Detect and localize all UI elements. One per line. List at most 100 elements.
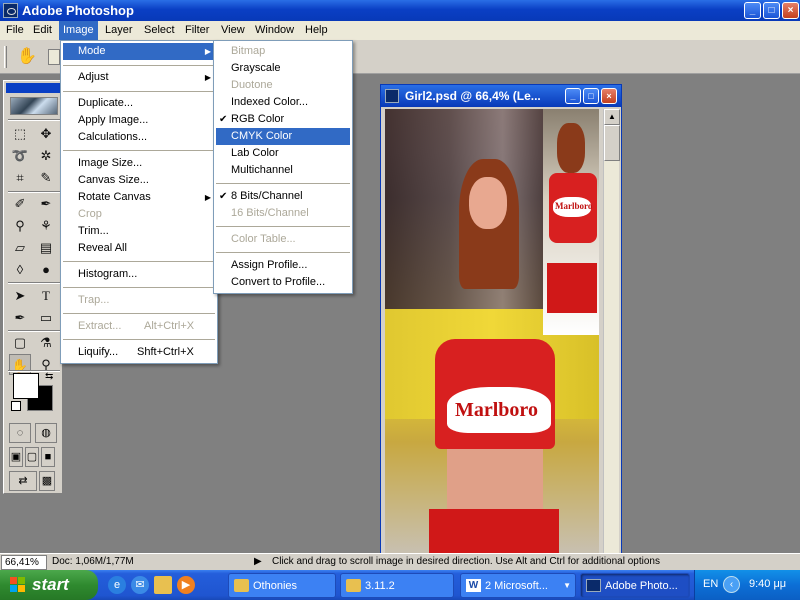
document-minimize-button[interactable]: _ [565,88,581,104]
menu-layer[interactable]: Layer [101,21,137,40]
zoom-field[interactable]: 66,41% [1,555,47,570]
menu-edit[interactable]: Edit [29,21,56,40]
menu-item-mode[interactable]: Mode ▶ [63,43,215,60]
menu-help[interactable]: Help [301,21,332,40]
menu-item-apply-image[interactable]: Apply Image... [63,112,215,129]
history-brush-tool-icon[interactable]: ⚘ [35,215,57,236]
move-tool-icon[interactable]: ✥ [35,123,57,144]
healing-brush-tool-icon[interactable]: ✐ [9,193,31,214]
menu-item-convert-to-profile[interactable]: Convert to Profile... [216,274,350,291]
menubar: File Edit Image Layer Select Filter View… [0,21,800,40]
language-indicator[interactable]: EN [703,578,718,590]
marquee-tool-icon[interactable]: ⬚ [9,123,31,144]
task-3-11-2[interactable]: 3.11.2 [340,573,454,598]
imageready-icon[interactable]: ▩ [39,471,55,491]
menu-separator [63,150,215,151]
path-selection-tool-icon[interactable]: ➤ [9,285,31,306]
start-button[interactable]: start [0,570,98,600]
vertical-scrollbar[interactable]: ▲ [603,109,620,553]
menu-window[interactable]: Window [251,21,298,40]
dodge-tool-icon[interactable]: ● [35,259,57,280]
menu-item-calculations[interactable]: Calculations... [63,129,215,146]
lasso-tool-icon[interactable]: ➰ [9,145,31,166]
maximize-button[interactable]: □ [763,2,780,19]
play-arrow-icon[interactable]: ▶ [254,556,266,568]
menu-view[interactable]: View [217,21,249,40]
blur-tool-icon[interactable]: ◊ [9,259,31,280]
menu-item-multichannel[interactable]: Multichannel [216,162,350,179]
menu-item-rotate-canvas[interactable]: Rotate Canvas ▶ [63,189,215,206]
menu-image[interactable]: Image [59,21,98,40]
document-maximize-button[interactable]: □ [583,88,599,104]
menu-file[interactable]: File [2,21,28,40]
document-titlebar[interactable]: Girl2.psd @ 66,4% (Le... _ □ × [381,85,621,107]
swap-colors-icon[interactable]: ⇆ [45,371,53,382]
default-colors-icon[interactable] [11,401,21,411]
scroll-up-icon[interactable]: ▲ [604,109,620,125]
eraser-tool-icon[interactable]: ▱ [9,237,31,258]
scroll-thumb[interactable] [604,125,620,161]
menu-separator [216,226,350,227]
eyedropper-tool-icon[interactable]: ⚗ [35,332,57,353]
outlook-icon[interactable]: ✉ [131,576,149,594]
photoshop-icon [586,579,601,592]
standard-mode-icon[interactable]: ◌ [9,423,31,443]
menu-item-liquify[interactable]: Liquify... Shft+Ctrl+X [63,344,215,361]
menu-separator [63,313,215,314]
screen-mode-full-icon[interactable]: ■ [41,447,55,467]
menu-item-lab-color[interactable]: Lab Color [216,145,350,162]
task-adobe-photoshop[interactable]: Adobe Photo... [580,573,690,598]
doc-size-info[interactable]: Doc: 1,06M/1,77M [52,556,134,567]
menu-item-histogram[interactable]: Histogram... [63,266,215,283]
menu-item-assign-profile[interactable]: Assign Profile... [216,257,350,274]
screen-mode-standard-icon[interactable]: ▣ [9,447,23,467]
clock[interactable]: 9:40 μμ [749,578,786,590]
image-canvas[interactable]: Marlboro Marlboro [385,109,599,553]
menu-item-trim[interactable]: Trim... [63,223,215,240]
minimize-button[interactable]: _ [744,2,761,19]
menu-item-rgb-color[interactable]: ✔ RGB Color [216,111,350,128]
foreground-color-swatch[interactable] [13,373,39,399]
magic-wand-tool-icon[interactable]: ✲ [35,145,57,166]
menu-item-adjust[interactable]: Adjust ▶ [63,69,215,86]
clone-stamp-tool-icon[interactable]: ⚲ [9,215,31,236]
menu-item-image-size[interactable]: Image Size... [63,155,215,172]
tray-expand-icon[interactable]: ‹ [723,576,740,593]
menu-item-reveal-all[interactable]: Reveal All [63,240,215,257]
menu-item-8-bits-channel[interactable]: ✔ 8 Bits/Channel [216,188,350,205]
shortcut-label: Shft+Ctrl+X [137,346,194,358]
menu-item-cmyk-color[interactable]: CMYK Color [216,128,350,145]
notes-tool-icon[interactable]: ▢ [9,332,31,353]
menu-item-canvas-size[interactable]: Canvas Size... [63,172,215,189]
document-icon[interactable] [385,89,399,103]
close-button[interactable]: × [782,2,799,19]
document-close-button[interactable]: × [601,88,617,104]
menu-item-grayscale[interactable]: Grayscale [216,60,350,77]
menu-select[interactable]: Select [140,21,179,40]
menu-item-duplicate[interactable]: Duplicate... [63,95,215,112]
quick-mask-mode-icon[interactable]: ◍ [35,423,57,443]
task-othonies[interactable]: Othonies [228,573,336,598]
gradient-tool-icon[interactable]: ▤ [35,237,57,258]
media-player-icon[interactable]: ▶ [177,576,195,594]
photoshop-app-icon[interactable] [3,3,18,18]
jump-to-imageready-icon[interactable]: ⇄ [9,471,37,491]
brush-tool-icon[interactable]: ✒ [35,193,57,214]
menu-item-indexed-color[interactable]: Indexed Color... [216,94,350,111]
slice-tool-icon[interactable]: ✎ [35,167,57,188]
options-button[interactable] [48,49,60,65]
crop-tool-icon[interactable]: ⌗ [9,167,31,188]
menu-item-extract: Extract... Alt+Ctrl+X [63,318,215,335]
ie-icon[interactable]: e [108,576,126,594]
screen-mode-full-menu-icon[interactable]: ▢ [25,447,39,467]
rectangle-tool-icon[interactable]: ▭ [35,307,57,328]
adobe-eye-logo[interactable] [10,97,58,115]
folder-icon[interactable] [154,576,172,594]
pen-tool-icon[interactable]: ✒ [9,307,31,328]
hand-tool-icon[interactable]: ✋ [14,46,40,68]
type-tool-icon[interactable]: T [35,285,57,306]
menu-filter[interactable]: Filter [181,21,213,40]
options-grip[interactable] [4,46,7,68]
toolbox-titlebar[interactable] [6,83,60,93]
task-microsoft-word[interactable]: W 2 Microsoft... ▼ [460,573,576,598]
